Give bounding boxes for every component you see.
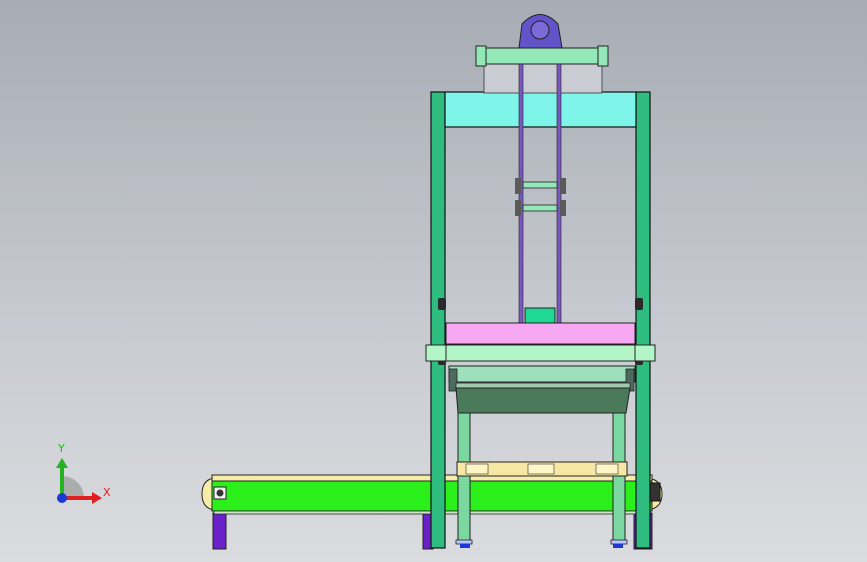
triad-origin: [57, 493, 67, 503]
conveyor-motor-hub: [216, 489, 224, 497]
top-support-plate: [483, 62, 603, 94]
hopper-body[interactable]: [455, 387, 631, 414]
triad-x-label: X: [103, 486, 111, 499]
conveyor-end-cap: [649, 482, 661, 502]
pink-platform[interactable]: [445, 322, 636, 345]
coordinate-triad: [56, 458, 102, 504]
chain-clamp-left-upper: [515, 178, 521, 194]
lift-carriage[interactable]: [425, 322, 656, 414]
pallet-block-2: [527, 463, 555, 475]
hopper-top-rim: [455, 382, 631, 389]
bearing-bore: [530, 20, 550, 40]
floor-pads: [460, 544, 623, 548]
chain-clamp-right-lower: [560, 200, 566, 216]
inner-left-leg-foot: [455, 539, 473, 545]
chain-guide-lower: [522, 204, 558, 212]
gripper-frame: [448, 365, 636, 383]
cad-model-view[interactable]: [0, 0, 867, 562]
left-column[interactable]: [430, 91, 446, 549]
carriage-right-arm: [634, 344, 656, 362]
3d-viewport[interactable]: Y X: [0, 0, 867, 562]
chain-clamp-right-upper: [560, 178, 566, 194]
floor-pad-right: [613, 544, 623, 548]
right-column-bolt-upper: [635, 298, 643, 310]
triad-x-arrow-icon: [92, 492, 102, 504]
carriage-left-arm: [425, 344, 447, 362]
carriage-bar: [445, 344, 636, 362]
shaft-left-end: [475, 45, 487, 67]
floor-pad-left: [460, 544, 470, 548]
left-column-bolt-upper: [438, 298, 446, 310]
top-shaft: [481, 47, 603, 65]
chain-clamp-left-lower: [515, 200, 521, 216]
chain-guide-upper: [522, 181, 558, 189]
shaft-right-end: [597, 45, 609, 67]
inner-right-leg-foot: [610, 539, 628, 545]
left-lift-rod: [518, 63, 524, 327]
pallet[interactable]: [456, 461, 628, 477]
triad-y-arrow-icon: [56, 458, 68, 468]
conveyor-left-foot: [212, 512, 227, 550]
top-drive-assembly[interactable]: [475, 14, 609, 94]
right-lift-rod: [556, 63, 562, 327]
inner-right-leg: [612, 412, 626, 544]
triad-y-label: Y: [58, 442, 65, 455]
top-beam[interactable]: [444, 91, 637, 128]
pallet-block-3: [595, 463, 619, 475]
inner-left-leg: [457, 412, 471, 544]
lift-block: [524, 307, 556, 325]
pallet-block-1: [465, 463, 489, 475]
right-column[interactable]: [635, 91, 651, 549]
